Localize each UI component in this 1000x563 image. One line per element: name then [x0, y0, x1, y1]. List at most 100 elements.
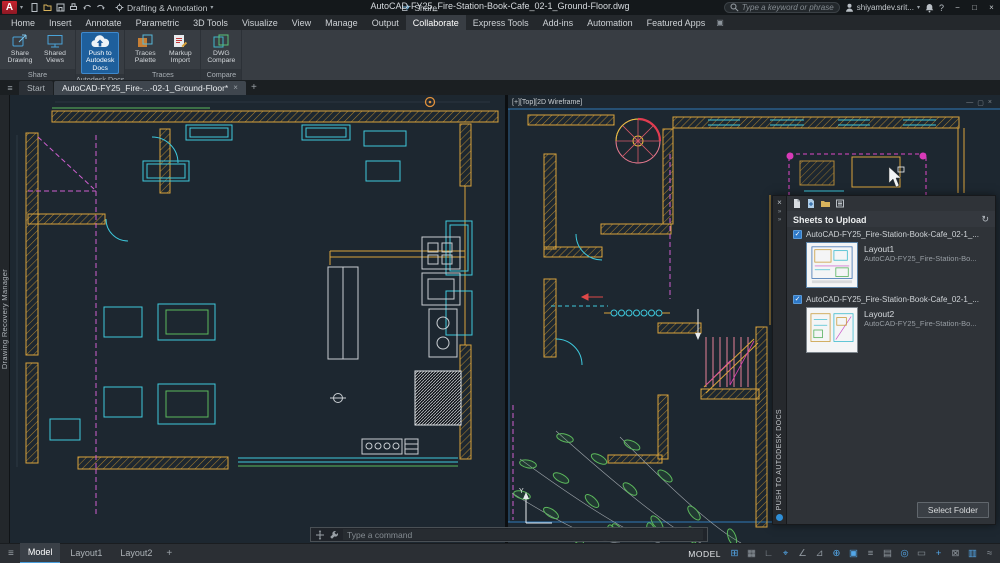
model-space-canvas[interactable]: [+][Top][2D Wireframe]	[10, 95, 1000, 543]
markup-import-button[interactable]: Markup Import	[164, 32, 196, 66]
maximize-button[interactable]: □	[966, 0, 983, 15]
sheet-checkbox[interactable]: ✓	[793, 230, 802, 239]
dynamic-ucs-icon[interactable]: ◎	[898, 548, 911, 559]
sheet-file-row[interactable]: ✓ AutoCAD-FY25_Fire-Station-Book-Cafe_02…	[793, 230, 989, 239]
sheet-checkbox[interactable]: ✓	[793, 295, 802, 304]
drawing-restore-icon[interactable]: ▢	[977, 99, 984, 107]
grid-toggle-icon[interactable]: ⊞	[728, 548, 741, 559]
drawing-close-icon[interactable]: ×	[988, 99, 992, 107]
clean-screen-icon[interactable]: ≈	[983, 548, 996, 559]
drawing-tab[interactable]: AutoCAD-FY25_Fire-...-02-1_Ground-Floor*…	[54, 81, 246, 95]
viewport-label[interactable]: [+][Top][2D Wireframe]	[512, 99, 582, 106]
file-tab-menu-icon[interactable]: ≡	[2, 81, 18, 95]
sheet-list-icon[interactable]	[835, 198, 845, 209]
transparency-icon[interactable]: ≡	[864, 548, 877, 559]
command-customize-wrench-icon[interactable]	[329, 530, 339, 540]
layout-quick-menu-icon[interactable]: ≡	[4, 548, 18, 559]
selection-cycling-icon[interactable]: ▤	[881, 548, 894, 559]
palette-autohide-icon[interactable]: »	[778, 209, 781, 215]
tab-add-ins[interactable]: Add-ins	[536, 15, 581, 30]
panel-label-share[interactable]: Share	[0, 69, 75, 80]
annotation-scale-icon[interactable]: +	[932, 548, 945, 559]
share-drawing-button[interactable]: Share Drawing	[4, 32, 36, 66]
select-folder-button[interactable]: Select Folder	[917, 502, 989, 518]
panel-label-traces[interactable]: Traces	[125, 69, 200, 80]
model-space-indicator[interactable]: MODEL	[688, 549, 721, 559]
object-snap-icon[interactable]: ⊕	[830, 548, 843, 559]
workspace-switcher[interactable]: Drafting & Annotation ▾	[115, 3, 213, 13]
new-drawing-tab-button[interactable]: +	[247, 81, 261, 95]
model-tab[interactable]: Model	[20, 543, 61, 563]
drawing-recovery-manager-strip[interactable]: Drawing Recovery Manager	[0, 95, 10, 543]
drawing-window-controls: — ▢ ×	[966, 99, 992, 107]
tab-insert[interactable]: Insert	[42, 15, 79, 30]
tab-parametric[interactable]: Parametric	[129, 15, 187, 30]
traces-palette-button[interactable]: Traces Palette	[129, 32, 161, 66]
refresh-icon[interactable]: ↻	[981, 214, 989, 225]
open-folder-icon[interactable]	[43, 3, 52, 12]
tab-view[interactable]: View	[285, 15, 318, 30]
drawing-tab-close-icon[interactable]: ×	[233, 81, 238, 95]
tab-collaborate[interactable]: Collaborate	[406, 15, 466, 30]
layout1-tab[interactable]: Layout1	[62, 544, 110, 563]
tab-home[interactable]: Home	[4, 15, 42, 30]
command-input-field[interactable]	[343, 529, 703, 540]
tab-manage[interactable]: Manage	[318, 15, 365, 30]
push-to-autodesk-docs-button[interactable]: Push to Autodesk Docs	[81, 32, 119, 74]
redo-icon[interactable]	[96, 3, 106, 12]
tab-featured-apps[interactable]: Featured Apps	[640, 15, 713, 30]
new-layout-button[interactable]: +	[162, 548, 176, 559]
print-icon[interactable]	[69, 3, 78, 12]
search-input[interactable]	[742, 3, 834, 12]
drawing-minimize-icon[interactable]: —	[966, 99, 973, 107]
app-menu-caret[interactable]: ▾	[20, 4, 23, 11]
command-input[interactable]	[347, 530, 699, 540]
left-viewport[interactable]	[10, 95, 505, 543]
polar-tracking-icon[interactable]: ⌖	[779, 548, 792, 559]
tab-output[interactable]: Output	[365, 15, 406, 30]
panel-label-compare[interactable]: Compare	[201, 69, 241, 80]
layout2-thumbnail[interactable]	[806, 307, 858, 353]
add-sheet-icon[interactable]	[806, 198, 816, 209]
folder-icon[interactable]	[820, 198, 831, 209]
tab-automation[interactable]: Automation	[580, 15, 640, 30]
start-tab[interactable]: Start	[19, 81, 53, 95]
app-logo[interactable]: A	[2, 1, 17, 14]
close-button[interactable]: ×	[983, 0, 1000, 15]
shared-views-button[interactable]: Shared Views	[39, 32, 71, 66]
lineweight-icon[interactable]: ▣	[847, 548, 860, 559]
command-line[interactable]	[310, 527, 708, 542]
traces-palette-label: Traces Palette	[129, 50, 161, 65]
tab-annotate[interactable]: Annotate	[79, 15, 129, 30]
ortho-toggle-icon[interactable]: ∟	[762, 548, 775, 559]
isodraft-icon[interactable]: ∠	[796, 548, 809, 559]
tab-express-tools[interactable]: Express Tools	[466, 15, 536, 30]
palette-title-strip[interactable]: × » » PUSH TO AUTODESK DOCS	[772, 195, 787, 525]
save-icon[interactable]	[56, 3, 65, 12]
snap-toggle-icon[interactable]: ▦	[745, 548, 758, 559]
layout1-thumbnail[interactable]	[806, 242, 858, 288]
palette-properties-icon[interactable]: »	[778, 217, 781, 223]
palette-close-icon[interactable]: ×	[777, 198, 782, 207]
sheet-doc-icon[interactable]	[792, 198, 802, 209]
dynamic-input-icon[interactable]: ▭	[915, 548, 928, 559]
help-icon[interactable]: ?	[939, 3, 944, 13]
undo-icon[interactable]	[82, 3, 92, 12]
sheet-file-row[interactable]: ✓ AutoCAD-FY25_Fire-Station-Book-Cafe_02…	[793, 295, 989, 304]
left-viewport-drawing[interactable]	[10, 95, 505, 543]
dwg-compare-button[interactable]: DWG Compare	[205, 32, 237, 66]
ribbon-display-toggle-icon[interactable]: ▣	[716, 15, 724, 30]
layout2-tab[interactable]: Layout2	[112, 544, 160, 563]
notification-bell-icon[interactable]	[925, 3, 934, 13]
push-to-autodesk-docs-palette: × » » PUSH TO AUTODESK DOCS Sheets to Up…	[772, 195, 996, 525]
tab-3d-tools[interactable]: 3D Tools	[186, 15, 235, 30]
minimize-button[interactable]: −	[949, 0, 966, 15]
tab-visualize[interactable]: Visualize	[235, 15, 285, 30]
new-file-icon[interactable]	[30, 3, 39, 12]
annotation-monitor-icon[interactable]: ▥	[966, 548, 979, 559]
object-snap-tracking-icon[interactable]: ⊿	[813, 548, 826, 559]
account-menu[interactable]: shiyamdev.srit... ▾	[845, 3, 920, 12]
search-box[interactable]	[724, 2, 840, 13]
command-move-icon[interactable]	[315, 530, 325, 540]
workspace-switching-icon[interactable]: ⊠	[949, 548, 962, 559]
